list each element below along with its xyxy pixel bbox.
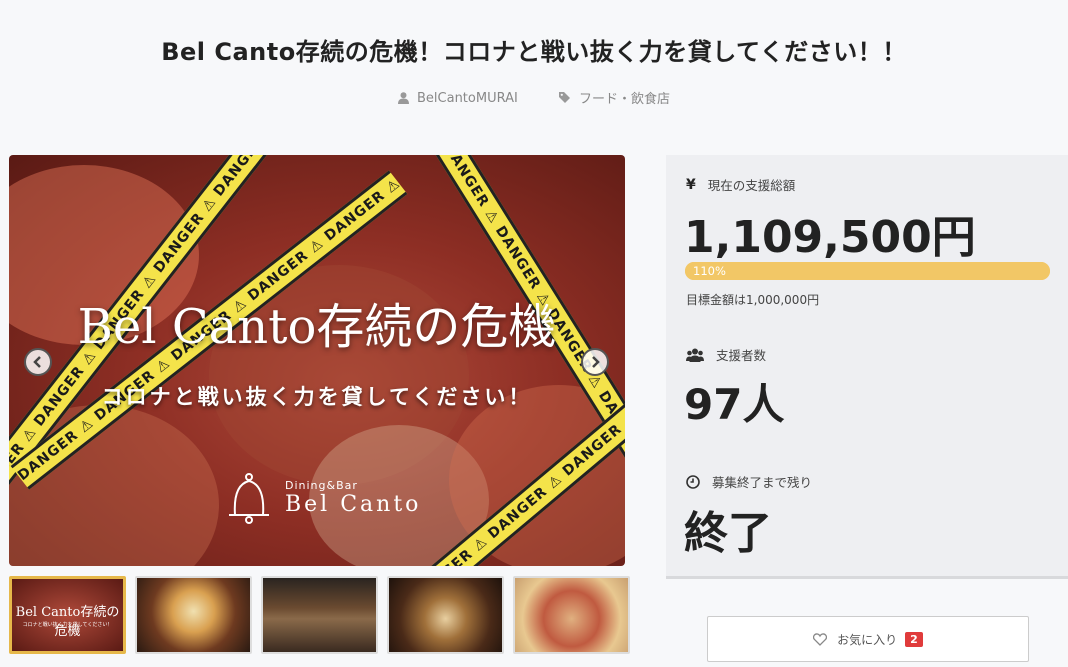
total-funding-amount: 1,109,500円 <box>684 212 976 263</box>
category-name: フード・飲食店 <box>578 92 670 107</box>
supporters-label: 支援者数 <box>686 345 766 364</box>
progress-percent: 110% <box>693 264 726 278</box>
bell-icon <box>229 473 269 524</box>
hero-subheadline: コロナと戦い抜く力を貸してください！ <box>101 385 533 409</box>
remaining-time-value: 終了 <box>684 508 772 559</box>
thumb-pizza[interactable] <box>513 576 630 654</box>
bel-canto-logo: Dining&Bar Bel Canto <box>225 471 421 525</box>
supporters-count: 97人 <box>684 380 785 429</box>
thumb-skillet-dish[interactable] <box>135 576 252 654</box>
owner-link[interactable]: BelCantoMURAI <box>398 91 518 106</box>
prev-slide-button[interactable] <box>24 348 52 376</box>
thumb-title: Bel Canto存続の危機 <box>15 605 120 639</box>
favorite-label: お気に入り <box>837 632 898 647</box>
remaining-time-label-text: 募集終了まで残り <box>712 475 813 490</box>
category-link[interactable]: フード・飲食店 <box>558 88 670 107</box>
main-visual: DANGER ⚠ DANGER ⚠ DANGER ⚠ DANGER ⚠ DANG… <box>9 155 625 566</box>
hero-headline: Bel Canto存続の危機 <box>77 299 557 355</box>
logo-small-text: Dining&Bar <box>285 479 358 492</box>
next-slide-button[interactable] <box>581 348 609 376</box>
favorite-count-badge: 2 <box>905 631 923 647</box>
project-page: Bel Canto存続の危機！コロナと戦い抜く力を貸してください！！ BelCa… <box>0 0 1068 667</box>
funding-sidebar: ¥ 現在の支援総額 1,109,500円 110% 目標金額は1,000,000… <box>666 155 1068 579</box>
heart-icon <box>813 632 828 646</box>
total-funding-label: ¥ 現在の支援総額 <box>686 175 795 194</box>
logo-big-text: Bel Canto <box>285 492 422 517</box>
funding-progress-bar: 110% <box>685 262 1050 280</box>
tag-icon <box>558 92 570 103</box>
remaining-time-label: 募集終了まで残り <box>686 472 812 491</box>
thumb-bar-interior[interactable] <box>261 576 378 654</box>
users-icon <box>686 348 704 362</box>
thumbnail-strip: Bel Canto存続の危機 コロナと戦い抜く力を貸してください！ <box>9 576 630 654</box>
chevron-right-icon <box>592 356 600 368</box>
yen-icon: ¥ <box>686 176 696 193</box>
favorite-button[interactable]: お気に入り 2 <box>707 616 1029 662</box>
goal-amount: 目標金額は1,000,000円 <box>686 293 820 307</box>
project-title: Bel Canto存続の危機！コロナと戦い抜く力を貸してください！！ <box>161 38 907 66</box>
thumb-nuts-dish[interactable] <box>387 576 504 654</box>
supporters-label-text: 支援者数 <box>716 348 767 363</box>
total-funding-label-text: 現在の支援総額 <box>707 178 796 193</box>
progress-fill <box>685 262 1050 280</box>
user-icon <box>398 92 409 104</box>
owner-name: BelCantoMURAI <box>417 90 518 106</box>
thumb-subtitle: コロナと戦い抜く力を貸してください！ <box>22 622 113 628</box>
clock-icon <box>686 474 700 489</box>
chevron-left-icon <box>33 356 41 368</box>
project-meta: BelCantoMURAI フード・飲食店 <box>0 88 1068 108</box>
thumb-main-visual[interactable]: Bel Canto存続の危機 コロナと戦い抜く力を貸してください！ <box>9 576 126 654</box>
